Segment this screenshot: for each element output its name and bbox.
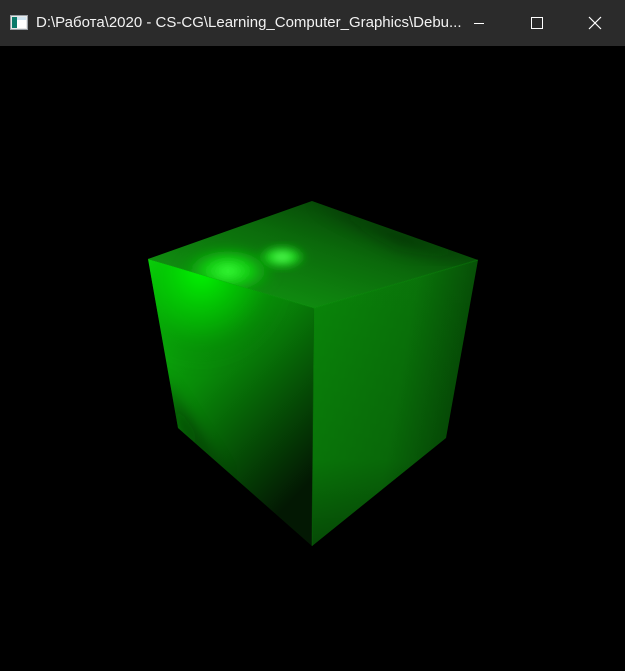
close-button[interactable] bbox=[565, 0, 625, 46]
scene-canvas bbox=[147, 201, 479, 547]
minimize-button[interactable] bbox=[449, 0, 509, 46]
specular-highlight bbox=[256, 244, 308, 270]
maximize-button[interactable] bbox=[507, 0, 567, 46]
render-viewport[interactable] bbox=[0, 46, 625, 666]
minimize-icon bbox=[474, 23, 484, 24]
maximize-icon bbox=[531, 17, 543, 29]
title-bar[interactable]: D:\Работа\2020 - CS-CG\Learning_Computer… bbox=[0, 0, 625, 46]
close-icon bbox=[588, 16, 602, 30]
green-cube bbox=[147, 201, 479, 547]
app-window: D:\Работа\2020 - CS-CG\Learning_Computer… bbox=[0, 0, 625, 666]
window-title: D:\Работа\2020 - CS-CG\Learning_Computer… bbox=[36, 14, 461, 31]
application-window-icon bbox=[10, 15, 28, 30]
